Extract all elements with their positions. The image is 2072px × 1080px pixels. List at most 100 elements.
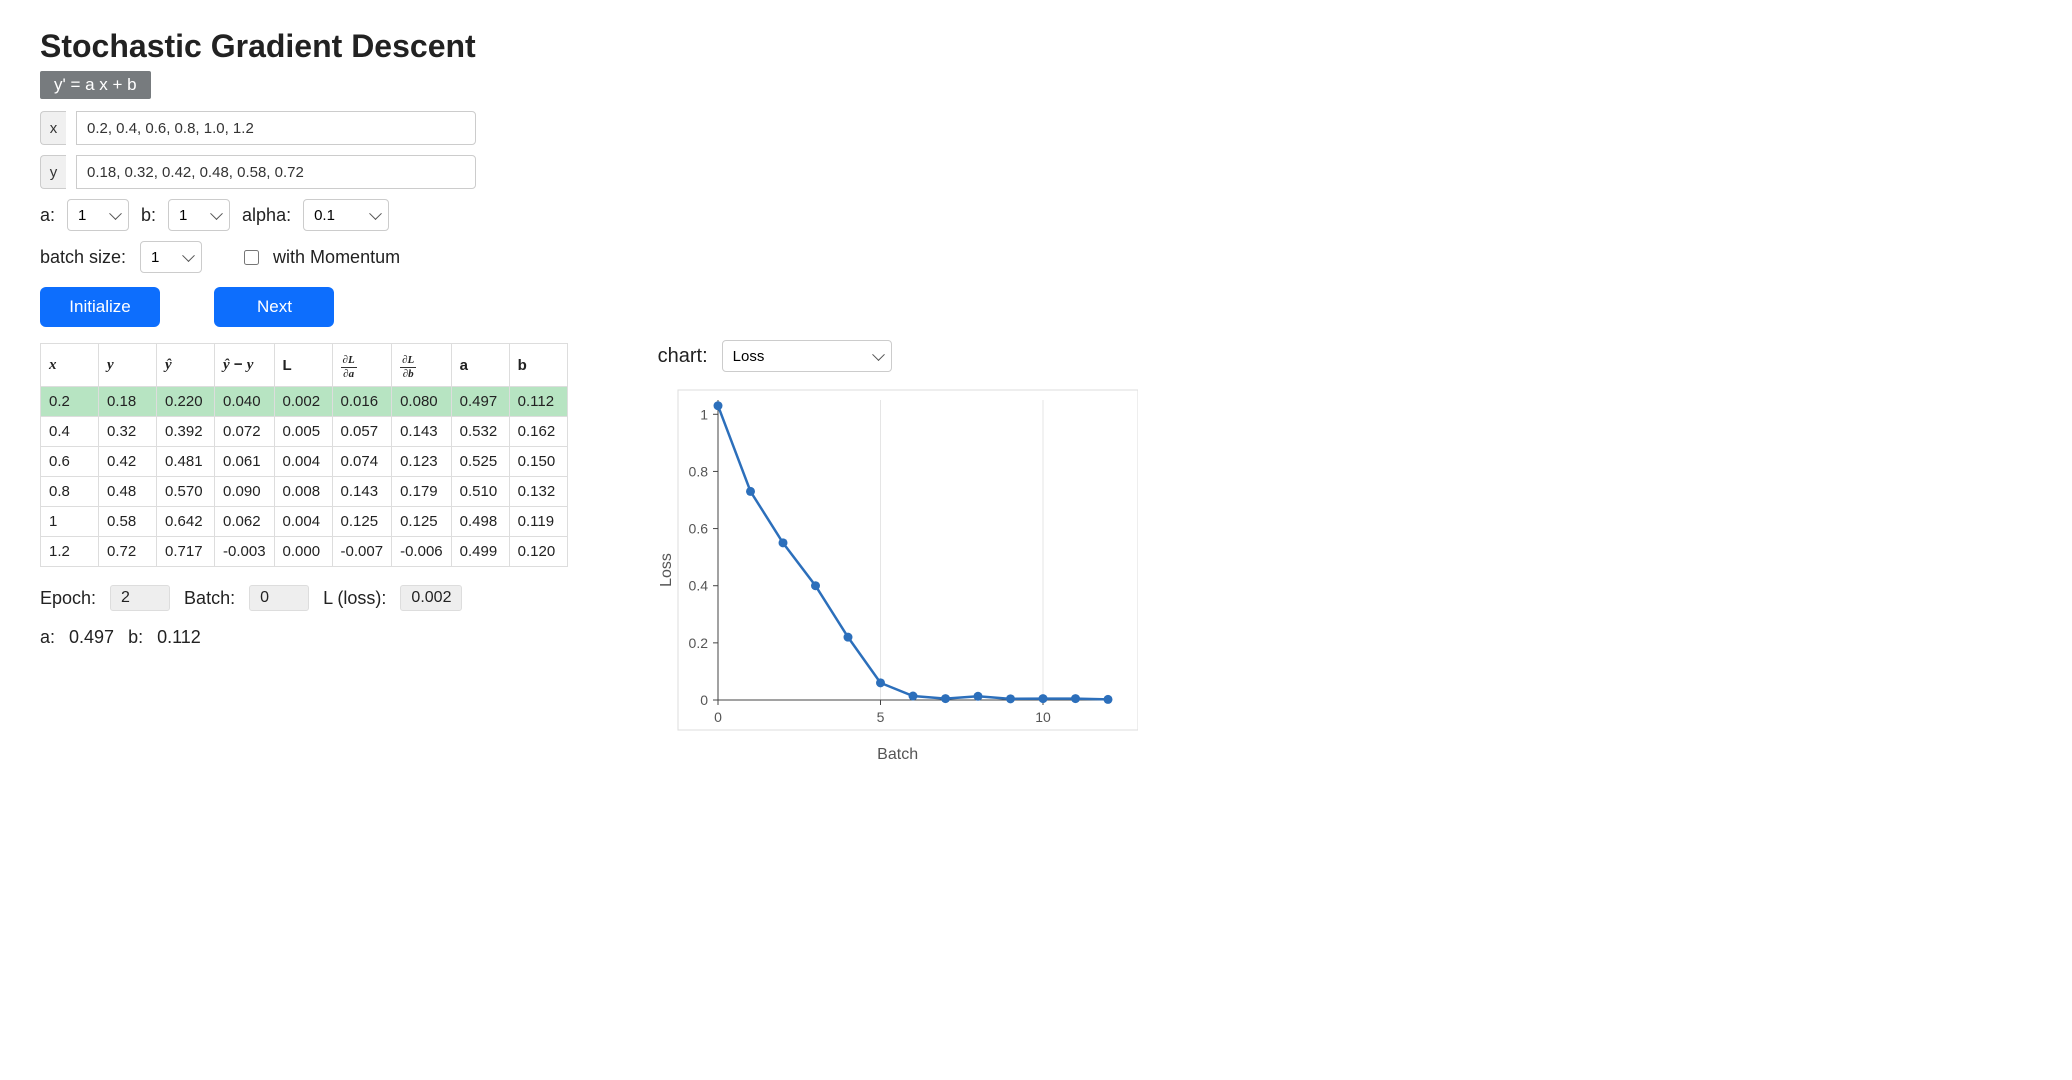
b-result-value: 0.112 — [157, 627, 201, 648]
momentum-label: with Momentum — [273, 247, 400, 268]
table-cell: 0.123 — [392, 447, 452, 477]
table-row: 10.580.6420.0620.0040.1250.1250.4980.119 — [41, 507, 568, 537]
table-cell: 0.532 — [451, 417, 509, 447]
epoch-value: 2 — [110, 585, 170, 611]
table-cell: 0.2 — [41, 387, 99, 417]
table-cell: 0.132 — [509, 477, 567, 507]
table-cell: -0.007 — [332, 537, 392, 567]
table-cell: 0.004 — [274, 507, 332, 537]
table-header: ŷ − y — [215, 344, 275, 387]
table-cell: 0.510 — [451, 477, 509, 507]
loss-value: 0.002 — [400, 585, 462, 611]
table-cell: 0.642 — [157, 507, 215, 537]
table-cell: 0.570 — [157, 477, 215, 507]
table-cell: 0.143 — [332, 477, 392, 507]
svg-text:0.4: 0.4 — [688, 578, 708, 594]
table-cell: 0.72 — [99, 537, 157, 567]
table-header: L — [274, 344, 332, 387]
b-param-label: b: — [141, 205, 156, 226]
table-cell: 0.392 — [157, 417, 215, 447]
table-header: a — [451, 344, 509, 387]
table-row: 0.80.480.5700.0900.0080.1430.1790.5100.1… — [41, 477, 568, 507]
table-cell: 0.125 — [392, 507, 452, 537]
chart-select[interactable]: Loss — [722, 340, 892, 372]
alpha-param-label: alpha: — [242, 205, 291, 226]
table-cell: 0.112 — [509, 387, 567, 417]
table-cell: 0.004 — [274, 447, 332, 477]
table-cell: 0.220 — [157, 387, 215, 417]
svg-text:5: 5 — [876, 709, 884, 725]
table-cell: 0.498 — [451, 507, 509, 537]
table-cell: 0.525 — [451, 447, 509, 477]
table-cell: 0.061 — [215, 447, 275, 477]
table-header: ŷ — [157, 344, 215, 387]
table-cell: 0.18 — [99, 387, 157, 417]
a-result-label: a: — [40, 627, 55, 648]
table-cell: -0.006 — [392, 537, 452, 567]
table-cell: 0.040 — [215, 387, 275, 417]
table-row: 0.60.420.4810.0610.0040.0740.1230.5250.1… — [41, 447, 568, 477]
chart-ylabel: Loss — [658, 553, 676, 587]
x-input-label: x — [40, 111, 66, 145]
table-header: ∂L∂b — [392, 344, 452, 387]
table-cell: 0.005 — [274, 417, 332, 447]
table-cell: 0.062 — [215, 507, 275, 537]
svg-text:10: 10 — [1035, 709, 1051, 725]
alpha-select[interactable]: 0.1 — [303, 199, 389, 231]
table-cell: 0.072 — [215, 417, 275, 447]
table-cell: 0.717 — [157, 537, 215, 567]
loss-label: L (loss): — [323, 588, 386, 609]
table-row: 0.20.180.2200.0400.0020.0160.0800.4970.1… — [41, 387, 568, 417]
b-result-label: b: — [128, 627, 143, 648]
table-cell: 0.074 — [332, 447, 392, 477]
table-cell: 0.42 — [99, 447, 157, 477]
table-cell: 0.143 — [392, 417, 452, 447]
table-cell: 0.090 — [215, 477, 275, 507]
table-cell: 0.008 — [274, 477, 332, 507]
table-header: x — [41, 344, 99, 387]
results-table: xyŷŷ − yL∂L∂a∂L∂bab 0.20.180.2200.0400.0… — [40, 343, 568, 567]
table-row: 1.20.720.717-0.0030.000-0.007-0.0060.499… — [41, 537, 568, 567]
table-header: ∂L∂a — [332, 344, 392, 387]
table-cell: 0.481 — [157, 447, 215, 477]
a-select[interactable]: 1 — [67, 199, 129, 231]
x-input[interactable] — [76, 111, 476, 145]
epoch-label: Epoch: — [40, 588, 96, 609]
loss-chart: Loss 00.20.40.60.810510 Batch — [658, 380, 1138, 760]
table-cell: 1.2 — [41, 537, 99, 567]
table-cell: 0.119 — [509, 507, 567, 537]
batch-label: Batch: — [184, 588, 235, 609]
table-cell: 0.497 — [451, 387, 509, 417]
table-header: b — [509, 344, 567, 387]
svg-text:0: 0 — [714, 709, 722, 725]
table-cell: -0.003 — [215, 537, 275, 567]
svg-text:0.6: 0.6 — [688, 521, 708, 537]
svg-text:1: 1 — [700, 406, 708, 422]
svg-text:0.2: 0.2 — [688, 635, 708, 651]
table-cell: 0.162 — [509, 417, 567, 447]
table-cell: 0.58 — [99, 507, 157, 537]
batch-size-select[interactable]: 1 — [140, 241, 202, 273]
table-cell: 0.32 — [99, 417, 157, 447]
table-cell: 0.002 — [274, 387, 332, 417]
next-button[interactable]: Next — [214, 287, 334, 327]
initialize-button[interactable]: Initialize — [40, 287, 160, 327]
page-title: Stochastic Gradient Descent — [40, 28, 568, 65]
table-cell: 0.000 — [274, 537, 332, 567]
chart-select-label: chart: — [658, 345, 708, 368]
table-cell: 0.8 — [41, 477, 99, 507]
table-cell: 0.48 — [99, 477, 157, 507]
chart-xlabel: Batch — [658, 746, 1138, 764]
table-row: 0.40.320.3920.0720.0050.0570.1430.5320.1… — [41, 417, 568, 447]
table-cell: 0.080 — [392, 387, 452, 417]
table-cell: 0.057 — [332, 417, 392, 447]
table-cell: 0.120 — [509, 537, 567, 567]
table-cell: 0.179 — [392, 477, 452, 507]
table-cell: 0.4 — [41, 417, 99, 447]
y-input[interactable] — [76, 155, 476, 189]
b-select[interactable]: 1 — [168, 199, 230, 231]
table-cell: 0.499 — [451, 537, 509, 567]
batch-size-label: batch size: — [40, 247, 126, 268]
y-input-label: y — [40, 155, 66, 189]
momentum-checkbox[interactable] — [244, 250, 259, 265]
